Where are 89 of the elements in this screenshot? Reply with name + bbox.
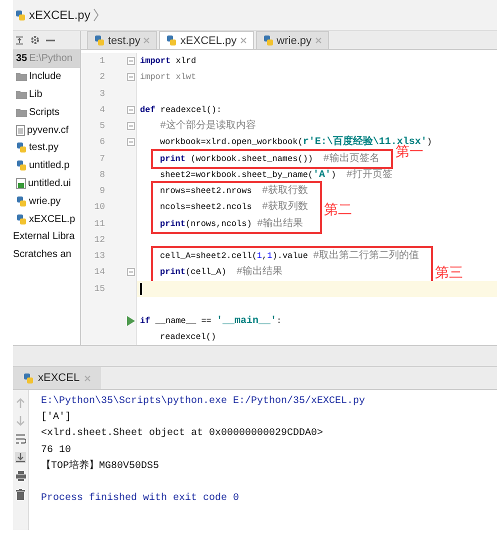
line-number: 9 xyxy=(98,186,105,196)
project-tree-item[interactable]: wrie.py xyxy=(13,192,80,210)
python-file-icon xyxy=(23,372,34,384)
python-file-icon xyxy=(16,142,27,154)
wrap-icon[interactable] xyxy=(16,434,26,444)
code-line: if __name__ == '__main__': xyxy=(139,314,282,329)
python-file-icon xyxy=(15,10,26,20)
run-tab[interactable]: xEXCEL xyxy=(13,367,101,389)
code-line: nrows=sheet2.nrows #获取行数 xyxy=(159,184,308,199)
annotation-label: 第二 xyxy=(324,201,352,219)
fold-icon[interactable] xyxy=(127,106,135,114)
line-number: 13 xyxy=(93,251,105,262)
line-number: 5 xyxy=(98,121,105,132)
fold-icon[interactable] xyxy=(127,268,135,276)
project-tree-item[interactable]: untitled.p xyxy=(13,156,80,175)
scroll-to-end-icon[interactable] xyxy=(15,452,26,463)
code-line: print (workbook.sheet_names()) #输出页签名 xyxy=(159,152,380,166)
project-tree-item[interactable]: pyvenv.cf xyxy=(13,121,80,139)
console-line: <xlrd.sheet.Sheet object at 0x00000000029CDDA0> xyxy=(41,426,324,442)
console-line: E:\Python\35\Scripts\python.exe E:/Python/35/xEXCEL.py xyxy=(41,394,366,409)
text-file-icon xyxy=(16,124,25,136)
project-tree-item[interactable]: test.py xyxy=(13,138,80,157)
chevron-icon xyxy=(93,8,100,22)
line-number: 6 xyxy=(98,137,105,148)
console-line: 【TOP培养】MG80V50DS5 xyxy=(41,458,160,474)
folder-icon xyxy=(16,108,27,117)
line-number: 14 xyxy=(93,267,105,278)
code-line: import xlwt xyxy=(139,71,196,84)
project-tree-item[interactable]: Include xyxy=(13,68,80,86)
code-line: #这个部分是读取内容 xyxy=(159,118,256,134)
code-line: cell_A=sheet2.cell(1,1).value #取出第二行第二列的值 xyxy=(159,248,420,264)
text-cursor xyxy=(140,282,142,294)
run-icon[interactable] xyxy=(126,316,135,326)
close-icon[interactable] xyxy=(84,374,91,382)
fold-icon[interactable] xyxy=(127,73,135,82)
trash-icon[interactable] xyxy=(16,489,25,500)
code-line: def readexcel(): xyxy=(139,104,222,117)
close-icon[interactable] xyxy=(143,37,150,44)
code-line: readexcel() xyxy=(159,331,216,344)
minimize-icon[interactable] xyxy=(46,38,55,42)
annotation-label: 第三 xyxy=(435,264,464,282)
project-tree-item[interactable]: Scratches an xyxy=(13,246,80,264)
line-number: 10 xyxy=(93,202,105,212)
fold-icon[interactable] xyxy=(127,122,135,130)
line-number: 1 xyxy=(98,56,105,66)
collapse-icon[interactable] xyxy=(15,36,24,44)
folder-icon xyxy=(16,72,27,82)
fold-icon[interactable] xyxy=(127,138,135,146)
python-file-icon xyxy=(16,160,27,172)
console-line: ['A'] xyxy=(41,410,72,426)
console-line: Process finished with exit code 0 xyxy=(41,492,240,506)
line-number: 2 xyxy=(98,72,105,82)
python-file-icon xyxy=(16,196,27,207)
python-file-icon xyxy=(262,35,274,46)
breadcrumb-file[interactable]: xEXCEL.py xyxy=(29,8,90,22)
editor-tab[interactable]: xEXCEL.py xyxy=(159,31,254,49)
ui-file-icon xyxy=(16,178,26,189)
close-icon[interactable] xyxy=(240,37,247,44)
line-number: 8 xyxy=(98,170,105,180)
line-number: 4 xyxy=(98,104,105,115)
up-arrow-icon[interactable] xyxy=(16,398,25,408)
close-icon[interactable] xyxy=(314,37,322,44)
python-file-icon xyxy=(94,35,105,46)
line-number: 7 xyxy=(98,154,105,164)
code-line: sheet2=workbook.sheet_by_name('A') #打开页签 xyxy=(159,168,392,183)
project-tree-item[interactable]: untitled.ui xyxy=(13,174,80,192)
python-file-icon xyxy=(16,214,27,225)
line-number: 3 xyxy=(98,88,105,99)
project-tree-item[interactable]: Lib xyxy=(13,86,80,104)
code-line: ncols=sheet2.ncols #获取列数 xyxy=(159,200,308,216)
line-number: 15 xyxy=(93,284,105,294)
down-arrow-icon[interactable] xyxy=(16,416,25,426)
project-tree-item[interactable]: xEXCEL.p xyxy=(13,210,80,228)
console-line: 76 10 xyxy=(41,444,72,458)
code-line: import xlrd xyxy=(139,55,196,68)
line-number: 12 xyxy=(93,234,105,245)
code-line: print(cell_A) #输出结果 xyxy=(159,264,283,280)
folder-icon xyxy=(16,90,27,99)
line-number: 11 xyxy=(93,218,105,229)
project-tree-item[interactable]: External Libra xyxy=(13,228,80,246)
fold-icon[interactable] xyxy=(127,57,135,66)
code-line: print(nrows,ncols) #输出结果 xyxy=(159,216,303,232)
project-tree-item[interactable]: Scripts xyxy=(13,103,80,122)
editor-tab[interactable]: wrie.py xyxy=(256,31,328,49)
print-icon[interactable] xyxy=(16,471,26,481)
python-file-icon xyxy=(166,35,178,46)
editor-tab[interactable]: test.py xyxy=(87,31,158,49)
settings-icon[interactable] xyxy=(30,35,40,45)
project-tree-item[interactable]: 35 E:\Python xyxy=(13,50,80,68)
